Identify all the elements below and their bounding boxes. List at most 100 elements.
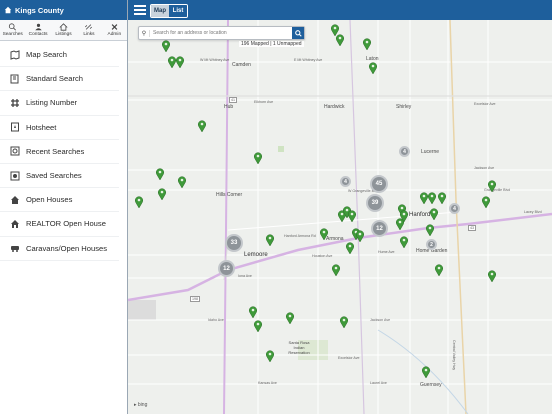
location-pin-icon[interactable]: ⚲: [139, 29, 150, 37]
listing-pin[interactable]: [198, 120, 206, 133]
listing-cluster[interactable]: 2: [426, 239, 437, 250]
home-icon[interactable]: [4, 6, 12, 14]
listing-pin[interactable]: [430, 208, 438, 221]
listing-pin[interactable]: [348, 210, 356, 223]
hash-icon: [11, 98, 19, 107]
listing-pin[interactable]: [331, 24, 339, 37]
tab-searches[interactable]: Searches: [0, 20, 25, 40]
mapped-count: 196 Mapped | 1 Unmapped: [239, 41, 304, 47]
listing-pin[interactable]: [356, 230, 364, 243]
listing-pin[interactable]: [438, 192, 446, 205]
listing-pin[interactable]: [266, 350, 274, 363]
listing-pin[interactable]: [156, 168, 164, 181]
listing-cluster[interactable]: 4: [399, 146, 410, 157]
listing-pin[interactable]: [426, 224, 434, 237]
menu-item-caravans[interactable]: Caravans/Open Houses: [0, 237, 119, 261]
listing-pin[interactable]: [135, 196, 143, 209]
tab-contacts[interactable]: Contacts: [25, 20, 50, 40]
listing-pin[interactable]: [346, 242, 354, 255]
listing-cluster[interactable]: 39: [366, 194, 384, 212]
bing-logo-icon: ▸: [134, 402, 137, 408]
listing-pin[interactable]: [435, 264, 443, 277]
listing-pin[interactable]: [249, 306, 257, 319]
listing-pin[interactable]: [320, 228, 328, 241]
listing-pin[interactable]: [428, 192, 436, 205]
menu-label: Map Search: [26, 50, 67, 60]
listing-pin[interactable]: [400, 236, 408, 249]
listing-pin[interactable]: [340, 316, 348, 329]
listing-pin[interactable]: [178, 176, 186, 189]
menu-label: Saved Searches: [26, 171, 82, 181]
listing-pin[interactable]: [488, 270, 496, 283]
listing-pin[interactable]: [369, 62, 377, 75]
tab-admin[interactable]: Admin: [102, 20, 127, 40]
listing-pin[interactable]: [266, 234, 274, 247]
listing-cluster[interactable]: 12: [371, 220, 388, 237]
list-view-button[interactable]: List: [169, 5, 187, 17]
contacts-icon: [34, 23, 42, 31]
sidebar-tabs: Searches Contacts Listings Links Admin: [0, 20, 127, 41]
tab-label: Links: [83, 32, 95, 37]
listing-pin[interactable]: [363, 38, 371, 51]
admin-icon: [111, 24, 118, 30]
county-title: Kings County: [15, 5, 64, 15]
listing-pins: [135, 24, 496, 379]
menu-item-saved-searches[interactable]: Saved Searches: [0, 164, 119, 189]
listing-cluster[interactable]: 33: [225, 234, 243, 252]
menu-label: Hotsheet: [26, 122, 57, 132]
menu-item-hotsheet[interactable]: Hotsheet: [0, 116, 119, 140]
listing-cluster[interactable]: 45: [370, 175, 388, 193]
car-icon: [11, 246, 19, 253]
hotsheet-icon: [11, 122, 19, 132]
listing-pin[interactable]: [482, 196, 490, 209]
menu-item-recent-searches[interactable]: Recent Searches: [0, 140, 119, 164]
listing-pin[interactable]: [332, 264, 340, 277]
map-view-button[interactable]: Map: [151, 5, 169, 17]
listing-pin[interactable]: [488, 180, 496, 193]
recent-icon: [10, 146, 20, 156]
menu-label: Listing Number: [26, 98, 78, 108]
listing-pin[interactable]: [336, 34, 344, 47]
tab-label: Admin: [107, 32, 122, 37]
menu-item-map-search[interactable]: Map Search: [0, 43, 119, 68]
sidebar-header: Kings County: [0, 0, 127, 20]
sidebar-menu: Map Search Standard Search Listing Numbe…: [0, 41, 127, 261]
menu-item-open-houses[interactable]: Open Houses: [0, 188, 119, 213]
sidebar: Kings County Searches Contacts Listings …: [0, 0, 128, 414]
hamburger-menu-icon[interactable]: [134, 5, 146, 15]
map-toolbar: Map List: [128, 0, 552, 20]
search-button[interactable]: [292, 27, 304, 39]
tab-label: Listings: [55, 32, 72, 37]
listing-pin[interactable]: [422, 366, 430, 379]
menu-label: Recent Searches: [26, 146, 85, 156]
listing-pin[interactable]: [176, 56, 184, 69]
tab-listings[interactable]: Listings: [51, 20, 76, 40]
listing-pin[interactable]: [286, 312, 294, 325]
listing-cluster[interactable]: 4: [340, 176, 351, 187]
listing-cluster[interactable]: 4: [449, 203, 460, 214]
view-toggle: Map List: [150, 4, 188, 18]
listing-pin[interactable]: [254, 320, 262, 333]
listing-pin[interactable]: [420, 192, 428, 205]
menu-item-listing-number[interactable]: Listing Number: [0, 91, 119, 116]
links-icon: [85, 24, 93, 30]
search-input[interactable]: [153, 30, 292, 36]
search-icon: [294, 29, 302, 37]
tab-links[interactable]: Links: [76, 20, 101, 40]
listing-pin[interactable]: [254, 152, 262, 165]
menu-label: REALTOR Open House: [26, 219, 106, 229]
house-icon: [11, 195, 19, 204]
listing-pin[interactable]: [158, 188, 166, 201]
menu-label: Caravans/Open Houses: [26, 243, 108, 253]
map-canvas[interactable]: Camden Laton Hub Hardwick Shirley Lucern…: [128, 0, 552, 414]
listing-pin[interactable]: [162, 40, 170, 53]
tab-label: Searches: [2, 32, 23, 37]
listing-pin[interactable]: [396, 218, 404, 231]
menu-item-standard-search[interactable]: Standard Search: [0, 67, 119, 92]
listings-icon: [59, 23, 68, 31]
bing-attribution: ▸ bing: [134, 402, 147, 408]
listing-pin[interactable]: [168, 56, 176, 69]
realtor-house-icon: [11, 219, 19, 228]
menu-item-realtor-open-house[interactable]: REALTOR Open House: [0, 212, 119, 237]
listing-cluster[interactable]: 12: [218, 260, 235, 277]
